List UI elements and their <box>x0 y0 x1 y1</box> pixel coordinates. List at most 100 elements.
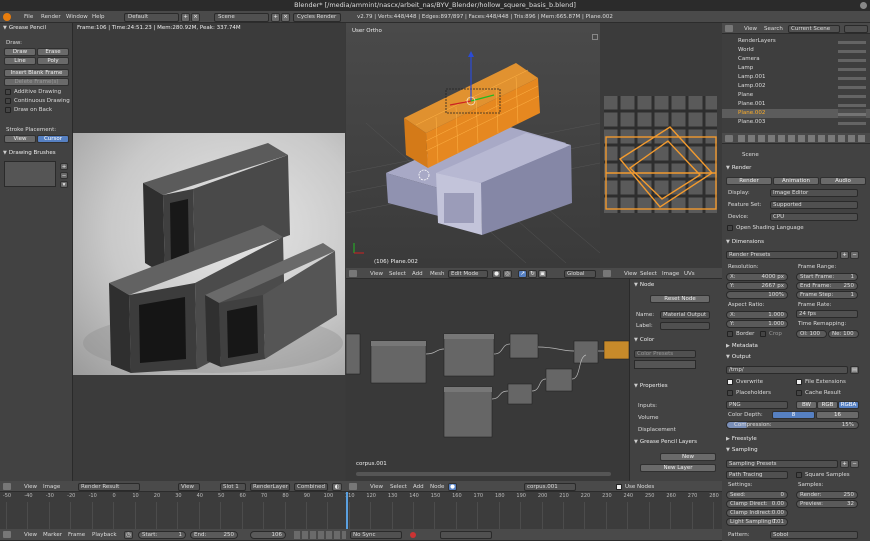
editor-type-timeline-icon[interactable] <box>3 531 11 538</box>
editor-type-uv-icon[interactable] <box>603 270 611 277</box>
resolution-percent-field[interactable]: 100% <box>726 291 788 299</box>
shading-solid-icon[interactable]: ● <box>492 270 501 278</box>
node-menu-view[interactable]: View <box>370 484 383 490</box>
node-menu-add[interactable]: Add <box>413 484 424 490</box>
seed-field[interactable]: Seed: 0 <box>726 491 788 499</box>
preview-range-icon[interactable]: ◷ <box>124 531 133 539</box>
render-samples-field[interactable]: Render: 250 <box>796 491 858 499</box>
poly-button[interactable]: Poly <box>37 57 69 65</box>
render-engine-selector[interactable]: Cycles Render <box>293 13 341 22</box>
context-tabs-icons[interactable] <box>738 135 866 142</box>
cache-result-checkbox[interactable] <box>796 390 802 396</box>
outliner-item[interactable]: Plane.003 <box>738 119 765 125</box>
osl-checkbox[interactable] <box>727 225 733 231</box>
placeholders-checkbox[interactable] <box>727 390 733 396</box>
pivot-icon[interactable]: ◎ <box>503 270 512 278</box>
stroke-cursor-button[interactable]: Cursor <box>37 135 69 143</box>
dimensions-panel-header[interactable]: ▼ Dimensions <box>726 239 764 245</box>
overwrite-checkbox[interactable] <box>727 379 733 385</box>
outliner-item[interactable]: Plane.001 <box>738 101 765 107</box>
viewport-menu-mesh[interactable]: Mesh <box>430 271 444 277</box>
layout-selector[interactable]: Default <box>124 13 179 22</box>
erase-button[interactable]: Erase <box>37 48 69 56</box>
slot-selector[interactable]: Slot 1 <box>220 483 246 491</box>
clamp-indirect-field[interactable]: Clamp Indirect: 0.00 <box>726 509 788 517</box>
node-menu-select[interactable]: Select <box>390 484 407 490</box>
color-panel-header[interactable]: ▼ Color <box>634 337 654 343</box>
file-extensions-checkbox[interactable] <box>796 379 802 385</box>
drawing-brushes-panel-header[interactable]: ▼ Drawing Brushes <box>3 150 56 156</box>
color-depth-16-button[interactable]: 16 <box>816 411 859 419</box>
material-selector[interactable]: corpus.001 <box>524 483 576 491</box>
render-presets-remove-button[interactable]: − <box>850 251 859 259</box>
node-scrollbar[interactable] <box>356 472 611 476</box>
uv-menu-uvs[interactable]: UVs <box>684 271 695 277</box>
aspect-y-field[interactable]: Y: 1.000 <box>726 320 788 328</box>
compression-slider[interactable]: Compression: 15% <box>726 421 859 429</box>
feature-set-selector[interactable]: Supported <box>770 201 858 209</box>
grease-pencil-layers-header[interactable]: ▼ Grease Pencil Layers <box>634 439 697 445</box>
device-selector[interactable]: CPU <box>770 213 858 221</box>
keying-set-selector[interactable] <box>440 531 492 539</box>
render-panel-header[interactable]: ▼ Render <box>726 165 751 171</box>
brushes-list[interactable] <box>4 161 56 187</box>
frame-rate-selector[interactable]: 24 fps <box>796 310 858 318</box>
square-samples-checkbox[interactable] <box>796 472 802 478</box>
editor-type-3d-icon[interactable] <box>349 270 357 277</box>
current-frame-indicator[interactable] <box>346 492 348 529</box>
preview-samples-field[interactable]: Preview: 32 <box>796 500 858 508</box>
scene-selector[interactable]: Scene <box>214 13 269 22</box>
output-panel-header[interactable]: ▼ Output <box>726 354 751 360</box>
color-swatch[interactable] <box>634 360 696 369</box>
outliner-item[interactable]: Camera <box>738 56 760 62</box>
clamp-direct-field[interactable]: Clamp Direct: 0.00 <box>726 500 788 508</box>
render-presets-selector[interactable]: Render Presets <box>726 251 838 259</box>
timeline-menu-marker[interactable]: Marker <box>43 532 62 538</box>
blender-logo-icon[interactable] <box>3 13 11 21</box>
sampling-presets-remove-button[interactable]: − <box>850 460 859 468</box>
color-rgba-button[interactable]: RGBA <box>838 401 859 409</box>
image-menu-image[interactable]: Image <box>43 484 60 490</box>
scene-remove-button[interactable]: × <box>281 13 290 22</box>
editor-type-properties-icon[interactable] <box>725 135 733 142</box>
render-button[interactable]: Render <box>726 177 772 185</box>
gp-new-button[interactable]: New <box>660 453 716 461</box>
time-old-field[interactable]: Ol: 100 <box>796 330 827 338</box>
brush-add-button[interactable]: + <box>60 163 68 170</box>
outliner-item[interactable]: Lamp.001 <box>738 74 766 80</box>
outliner-menu-search[interactable]: Search <box>764 26 783 32</box>
sampling-panel-header[interactable]: ▼ Sampling <box>726 447 758 453</box>
integrator-selector[interactable]: Path Tracing <box>726 471 788 479</box>
timeline-menu-frame[interactable]: Frame <box>68 532 85 538</box>
render-presets-add-button[interactable]: + <box>840 251 849 259</box>
outliner-item[interactable]: World <box>738 47 754 53</box>
properties-panel-header[interactable]: ▼ Properties <box>634 383 668 389</box>
color-bw-button[interactable]: BW <box>796 401 817 409</box>
render-pass-selector[interactable]: Combined <box>294 483 328 491</box>
uv-menu-view[interactable]: View <box>624 271 637 277</box>
outliner-item[interactable]: Lamp.002 <box>738 83 766 89</box>
display-channels-icon[interactable]: ◐ <box>332 483 342 491</box>
timeline-ruler[interactable]: -50 -40 -30 -20 -10 0 10 20 30 40 50 60 70 80 90 100 110… <box>0 492 722 529</box>
light-sampling-threshold-field[interactable]: Light Sampling T: 0.01 <box>726 518 788 526</box>
use-nodes-checkbox[interactable] <box>616 484 622 490</box>
layout-remove-button[interactable]: × <box>191 13 200 22</box>
menu-file[interactable]: File <box>24 14 33 20</box>
outliner-item[interactable]: Lamp <box>738 65 753 71</box>
reset-node-button[interactable]: Reset Node <box>650 295 710 303</box>
outliner-visibility-icons[interactable] <box>838 38 866 128</box>
end-frame-timeline-field[interactable]: End: 250 <box>190 531 238 539</box>
crop-checkbox[interactable] <box>760 331 766 337</box>
outliner-item[interactable]: Plane <box>738 92 753 98</box>
manipulator-scale-icon[interactable]: ▣ <box>538 270 547 278</box>
metadata-panel-header[interactable]: ▶ Metadata <box>726 343 758 349</box>
node-name-field[interactable]: Material Output <box>660 311 710 319</box>
file-format-selector[interactable]: PNG <box>726 401 788 409</box>
color-presets-selector[interactable]: Color Presets <box>634 350 696 358</box>
current-frame-field[interactable]: 106 <box>250 531 286 539</box>
view-selector[interactable]: View <box>178 483 200 491</box>
additive-drawing-checkbox[interactable] <box>5 89 11 95</box>
outliner-item[interactable]: RenderLayers <box>738 38 776 44</box>
delete-frames-button[interactable]: Delete Frame(s) <box>4 78 69 86</box>
playback-controls-icons[interactable] <box>294 531 346 539</box>
